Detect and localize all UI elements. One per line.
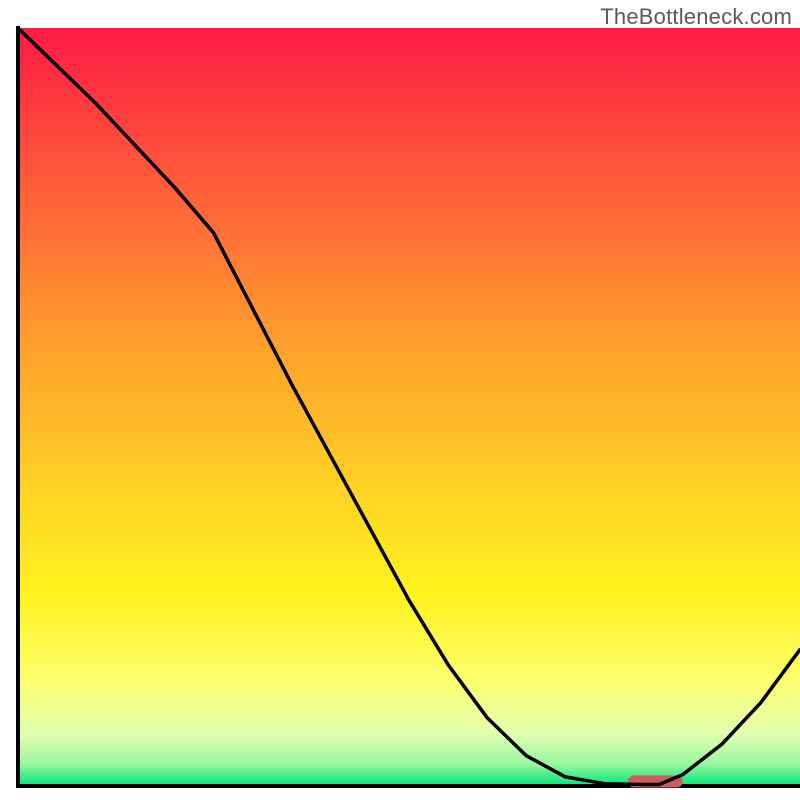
- plot-background: [18, 28, 800, 786]
- bottleneck-chart: [0, 0, 800, 800]
- attribution-text: TheBottleneck.com: [600, 4, 792, 30]
- chart-container: { "attribution": "TheBottleneck.com", "c…: [0, 0, 800, 800]
